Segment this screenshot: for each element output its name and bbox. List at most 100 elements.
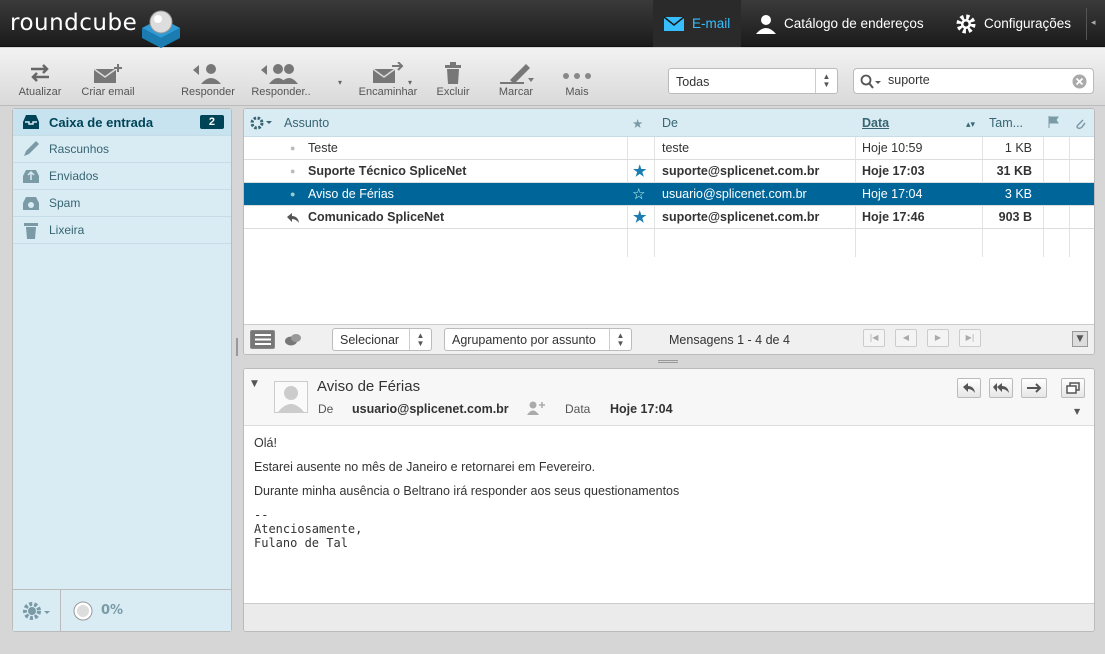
envelope-icon bbox=[663, 15, 685, 31]
mark-button[interactable]: Marcar bbox=[496, 62, 536, 98]
col-flag-star-icon[interactable]: ★ bbox=[632, 116, 643, 131]
folder-trash[interactable]: Lixeira bbox=[13, 217, 231, 244]
nav-settings[interactable]: Configurações bbox=[955, 0, 1071, 47]
quota-pie-icon bbox=[73, 601, 93, 621]
collapse-headers-icon[interactable]: ▼ bbox=[251, 379, 258, 389]
more-button[interactable]: Mais bbox=[558, 62, 596, 98]
row-size: 903 B bbox=[998, 210, 1032, 224]
row-from: usuario@splicenet.com.br bbox=[662, 187, 807, 201]
folder-drafts[interactable]: Rascunhos bbox=[13, 136, 231, 163]
vertical-splitter[interactable] bbox=[236, 338, 238, 356]
row-from: suporte@splicenet.com.br bbox=[662, 164, 820, 178]
preview-reply-all-button[interactable] bbox=[989, 378, 1013, 398]
row-subject: Aviso de Férias bbox=[308, 187, 394, 201]
col-subject[interactable]: Assunto bbox=[284, 116, 329, 130]
threads-dropdown[interactable]: Agrupamento por assunto ▲ ▼ bbox=[444, 328, 632, 351]
nav-contacts[interactable]: Catálogo de endereços bbox=[755, 0, 924, 47]
folder-spam[interactable]: Spam bbox=[13, 190, 231, 217]
prev-page-icon[interactable]: ◀ bbox=[895, 329, 917, 347]
last-page-icon[interactable]: ▶| bbox=[959, 329, 981, 347]
unread-dot-icon: ● bbox=[290, 143, 296, 153]
first-page-icon[interactable]: |◀ bbox=[863, 329, 885, 347]
refresh-label: Atualizar bbox=[18, 86, 62, 98]
reply-all-icon bbox=[993, 383, 1009, 393]
folder-inbox[interactable]: Caixa de entrada 2 bbox=[13, 109, 231, 136]
col-from[interactable]: De bbox=[662, 116, 678, 130]
table-row[interactable]: Comunicado SpliceNet ★ suporte@splicenet… bbox=[244, 206, 1094, 229]
reply-icon bbox=[963, 383, 975, 393]
row-subject: Suporte Técnico SpliceNet bbox=[308, 164, 467, 178]
row-size: 1 KB bbox=[1004, 141, 1032, 155]
flag-star-icon[interactable]: ★ bbox=[633, 162, 646, 180]
toggle-preview-icon[interactable]: ▼ bbox=[1072, 331, 1088, 347]
flag-star-icon[interactable]: ★ bbox=[633, 208, 646, 226]
compose-icon bbox=[93, 64, 122, 83]
select-spinner-icon: ▲ ▼ bbox=[409, 329, 431, 350]
search-box[interactable]: suporte bbox=[853, 68, 1094, 94]
reply-dropdown-icon[interactable]: ▾ bbox=[338, 78, 342, 87]
col-size[interactable]: Tam... bbox=[989, 116, 1023, 130]
filter-select[interactable]: Todas ▲ ▼ bbox=[668, 68, 838, 94]
search-icon[interactable] bbox=[860, 74, 882, 90]
folder-sent[interactable]: Enviados bbox=[13, 163, 231, 190]
sender-address[interactable]: usuario@splicenet.com.br bbox=[352, 402, 509, 416]
message-list: Assunto ★ De Data ▴▾ Tam... ● Teste test… bbox=[243, 108, 1095, 355]
threads-icon[interactable] bbox=[284, 333, 302, 347]
message-count: Mensagens 1 - 4 de 4 bbox=[669, 333, 790, 347]
compose-button[interactable]: Criar email bbox=[77, 62, 139, 98]
row-from: suporte@splicenet.com.br bbox=[662, 210, 820, 224]
unflagged-star-icon[interactable]: ☆ bbox=[632, 185, 645, 203]
date-label: Data bbox=[565, 402, 591, 416]
list-footer: Selecionar ▲ ▼ Agrupamento por assunto ▲ ▼… bbox=[244, 324, 1094, 354]
table-row[interactable]: ● Teste teste Hoje 10:59 1 KB bbox=[244, 137, 1094, 160]
app-logo: roundcube bbox=[10, 10, 138, 36]
refresh-icon bbox=[31, 64, 49, 82]
compose-label: Criar email bbox=[81, 86, 135, 98]
unread-dot-icon: ● bbox=[290, 189, 296, 199]
reply-button[interactable]: Responder bbox=[178, 62, 238, 98]
threads-spinner-icon: ▲ ▼ bbox=[609, 329, 631, 350]
col-attachment-icon[interactable] bbox=[1074, 116, 1086, 133]
signature-line: Fulano de Tal bbox=[254, 536, 348, 550]
signature-line: -- bbox=[254, 508, 269, 522]
row-size: 31 KB bbox=[996, 164, 1032, 178]
table-row[interactable]: ● Suporte Técnico SpliceNet ★ suporte@sp… bbox=[244, 160, 1094, 183]
gear-icon bbox=[956, 14, 976, 33]
folder-options-button[interactable] bbox=[13, 590, 61, 631]
trash-icon bbox=[21, 221, 41, 239]
reply-label: Responder bbox=[181, 86, 235, 98]
refresh-button[interactable]: Atualizar bbox=[16, 62, 64, 98]
top-bar: roundcube E-mail Catálogo de endereços C… bbox=[0, 0, 1105, 48]
clear-search-icon[interactable] bbox=[1072, 74, 1087, 89]
collapse-arrow-icon[interactable]: ◂ bbox=[1091, 18, 1096, 28]
delete-button[interactable]: Excluir bbox=[434, 62, 472, 98]
list-view-button[interactable] bbox=[250, 330, 275, 349]
nav-settings-label: Configurações bbox=[984, 16, 1072, 31]
filter-spinner-icon: ▲ ▼ bbox=[815, 69, 837, 93]
list-icon bbox=[254, 334, 271, 345]
preview-reply-button[interactable] bbox=[957, 378, 981, 398]
table-row-selected[interactable]: ● Aviso de Férias ☆ usuario@splicenet.co… bbox=[244, 183, 1094, 206]
preview-subject: Aviso de Férias bbox=[317, 378, 421, 395]
next-page-icon[interactable]: ▶ bbox=[927, 329, 949, 347]
replied-icon bbox=[287, 213, 299, 223]
row-date: Hoje 17:03 bbox=[862, 164, 925, 178]
col-flag-icon[interactable] bbox=[1048, 116, 1060, 131]
reply-all-button[interactable]: Responder.. bbox=[248, 62, 314, 98]
forward-label: Encaminhar bbox=[358, 86, 418, 98]
nav-email[interactable]: E-mail bbox=[653, 0, 741, 47]
body-line: Olá! bbox=[254, 436, 277, 450]
add-contact-icon[interactable] bbox=[527, 401, 545, 415]
list-options-icon[interactable] bbox=[250, 116, 274, 130]
search-input[interactable]: suporte bbox=[888, 73, 930, 87]
select-dropdown[interactable]: Selecionar ▲ ▼ bbox=[332, 328, 432, 351]
signature-line: Atenciosamente, bbox=[254, 522, 363, 536]
message-body: Olá! Estarei ausente no mês de Janeiro e… bbox=[244, 426, 1094, 560]
col-date[interactable]: Data bbox=[862, 116, 889, 130]
headers-dropdown-icon[interactable]: ▼ bbox=[1074, 407, 1080, 416]
preview-forward-button[interactable] bbox=[1021, 378, 1047, 398]
open-window-button[interactable] bbox=[1061, 378, 1085, 398]
forward-dropdown-icon[interactable]: ▾ bbox=[408, 78, 412, 87]
reply-icon bbox=[193, 64, 221, 84]
horizontal-splitter[interactable] bbox=[658, 360, 678, 363]
